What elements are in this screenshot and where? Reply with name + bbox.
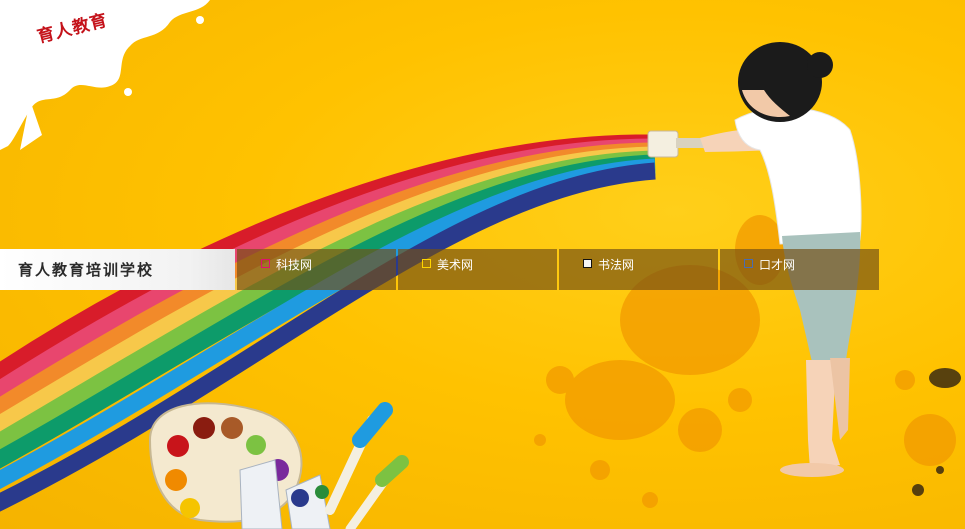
black-square-icon xyxy=(583,259,592,268)
nav-item-calligraphy[interactable]: 书法网 xyxy=(559,249,718,290)
nav-bar: 育人教育培训学校 科技网 美术网 书法网 口才网 xyxy=(0,249,882,290)
nav-item-science[interactable]: 科技网 xyxy=(237,249,396,290)
nav-item-label: 美术网 xyxy=(437,258,474,272)
banner-stage: 育人教育 育人教育培训学校 科技网 美术网 书法网 口才网 xyxy=(0,0,965,529)
rainbow xyxy=(0,134,656,512)
school-title: 育人教育培训学校 xyxy=(0,249,235,290)
pink-square-icon xyxy=(261,259,270,268)
nav-item-label: 科技网 xyxy=(276,258,313,272)
nav-item-label: 口才网 xyxy=(759,258,796,272)
nav-item-eloquence[interactable]: 口才网 xyxy=(720,249,879,290)
paint-brushes xyxy=(325,402,409,529)
yellow-square-icon xyxy=(422,259,431,268)
blue-square-icon xyxy=(744,259,753,268)
nav-item-label: 书法网 xyxy=(598,258,635,272)
nav-item-art[interactable]: 美术网 xyxy=(398,249,557,290)
